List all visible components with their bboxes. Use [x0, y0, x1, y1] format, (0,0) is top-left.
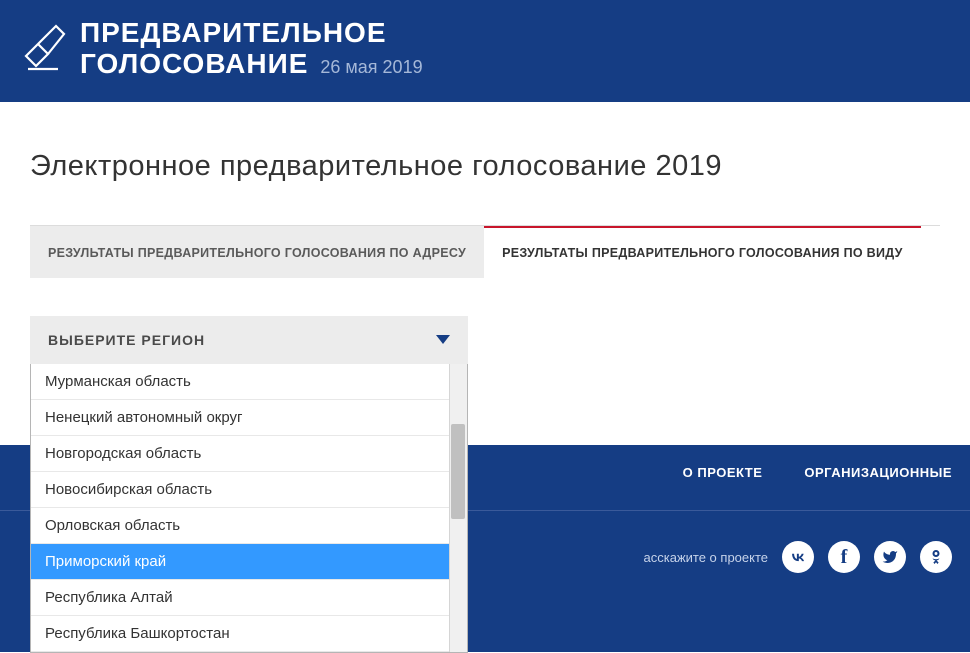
odnoklassniki-icon[interactable] — [920, 541, 952, 573]
main-content: Электронное предварительное голосование … — [0, 102, 970, 384]
region-option[interactable]: Республика Башкортостан — [31, 616, 467, 652]
region-option[interactable]: Ненецкий автономный округ — [31, 400, 467, 436]
tab-results-by-type[interactable]: РЕЗУЛЬТАТЫ ПРЕДВАРИТЕЛЬНОГО ГОЛОСОВАНИЯ … — [484, 226, 921, 278]
tabs-container: РЕЗУЛЬТАТЫ ПРЕДВАРИТЕЛЬНОГО ГОЛОСОВАНИЯ … — [30, 225, 940, 278]
region-selector: ВЫБЕРИТЕ РЕГИОН Мурманская область Ненец… — [30, 316, 468, 364]
vk-icon[interactable] — [782, 541, 814, 573]
region-dropdown: Мурманская область Ненецкий автономный о… — [30, 364, 468, 653]
ballot-icon — [18, 24, 68, 74]
region-selector-toggle[interactable]: ВЫБЕРИТЕ РЕГИОН — [30, 316, 468, 364]
region-option[interactable]: Приморский край — [31, 544, 467, 580]
region-option[interactable]: Новгородская область — [31, 436, 467, 472]
facebook-icon[interactable]: f — [828, 541, 860, 573]
logo-title-line2: ГОЛОСОВАНИЕ — [80, 49, 308, 80]
region-option[interactable]: Республика Алтай — [31, 580, 467, 616]
region-option[interactable]: Орловская область — [31, 508, 467, 544]
footer-link-org[interactable]: ОРГАНИЗАЦИОННЫЕ — [804, 465, 952, 480]
region-option[interactable]: Мурманская область — [31, 364, 467, 400]
region-option[interactable]: Новосибирская область — [31, 472, 467, 508]
tab-results-by-address[interactable]: РЕЗУЛЬТАТЫ ПРЕДВАРИТЕЛЬНОГО ГОЛОСОВАНИЯ … — [30, 226, 484, 278]
scrollbar-track[interactable] — [449, 364, 467, 652]
twitter-icon[interactable] — [874, 541, 906, 573]
region-selector-label: ВЫБЕРИТЕ РЕГИОН — [48, 332, 205, 348]
logo-title-line1: ПРЕДВАРИТЕЛЬНОЕ — [80, 18, 423, 49]
logo-date: 26 мая 2019 — [320, 57, 422, 78]
site-header: ПРЕДВАРИТЕЛЬНОЕ ГОЛОСОВАНИЕ 26 мая 2019 — [0, 0, 970, 102]
scrollbar-thumb[interactable] — [451, 424, 465, 519]
logo-text: ПРЕДВАРИТЕЛЬНОЕ ГОЛОСОВАНИЕ 26 мая 2019 — [80, 18, 423, 80]
footer-link-about[interactable]: О ПРОЕКТЕ — [683, 465, 763, 480]
page-title: Электронное предварительное голосование … — [30, 150, 940, 183]
footer-share-label: асскажите о проекте — [644, 550, 768, 565]
chevron-down-icon — [436, 335, 450, 344]
